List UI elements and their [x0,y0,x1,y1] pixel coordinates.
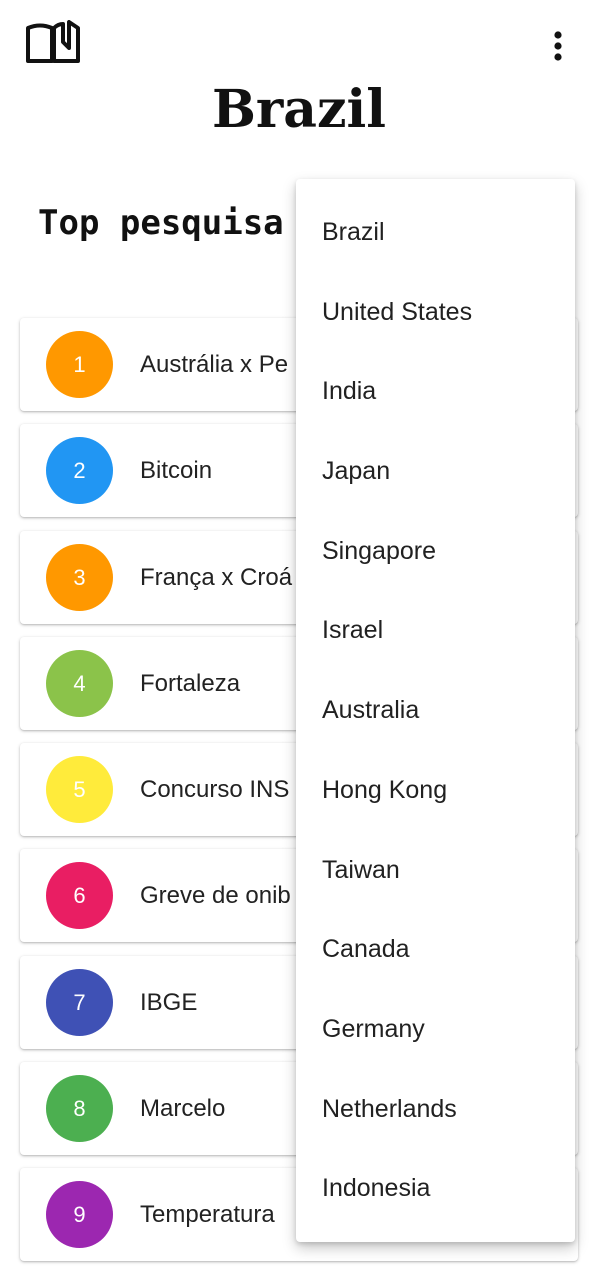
country-menu-item[interactable]: Singapore [296,512,575,592]
country-menu-item[interactable]: Hong Kong [296,751,575,831]
rank-badge: 2 [46,437,113,505]
app-bar: Brazil [0,0,598,150]
rank-badge: 7 [46,968,113,1036]
trend-term: Bitcoin [140,457,213,485]
country-menu-item[interactable]: Japan [296,432,575,512]
page-title: Brazil [211,79,387,140]
country-menu-item[interactable]: Brazil [296,193,575,273]
rank-badge: 9 [46,1181,113,1249]
trend-term: Marcelo [140,1095,226,1123]
trend-term: Greve de onib [140,882,291,910]
rank-badge: 1 [46,331,113,398]
trend-term: Temperatura [140,1201,275,1229]
country-menu-item[interactable]: Israel [296,591,575,671]
rank-badge: 3 [46,543,113,611]
rank-badge: 5 [46,756,113,824]
section-title: Top pesquisa [38,203,284,243]
trend-term: Concurso INS [140,776,290,804]
trend-term: IBGE [140,988,198,1016]
rank-badge: 8 [46,1075,113,1143]
country-menu-item[interactable]: Australia [296,671,575,751]
country-menu-item[interactable]: Netherlands [296,1070,575,1150]
country-menu-item[interactable]: United States [296,273,575,353]
country-dropdown-menu: Brazil United States India Japan Singapore Is… [296,179,575,1242]
trend-term: Fortaleza [140,669,241,697]
trend-term: Austrália x Pe [140,351,289,378]
country-menu-item[interactable]: Canada [296,910,575,990]
country-menu-item[interactable]: Taiwan [296,831,575,911]
rank-badge: 4 [46,649,113,717]
rank-badge: 6 [46,862,113,930]
country-menu-item[interactable]: Germany [296,990,575,1070]
trend-term: França x Croá [140,563,293,591]
book-open-icon[interactable] [25,20,81,66]
country-menu-item[interactable]: Indonesia [296,1149,575,1229]
more-vert-icon[interactable] [548,30,568,64]
country-menu-item[interactable]: India [296,352,575,432]
